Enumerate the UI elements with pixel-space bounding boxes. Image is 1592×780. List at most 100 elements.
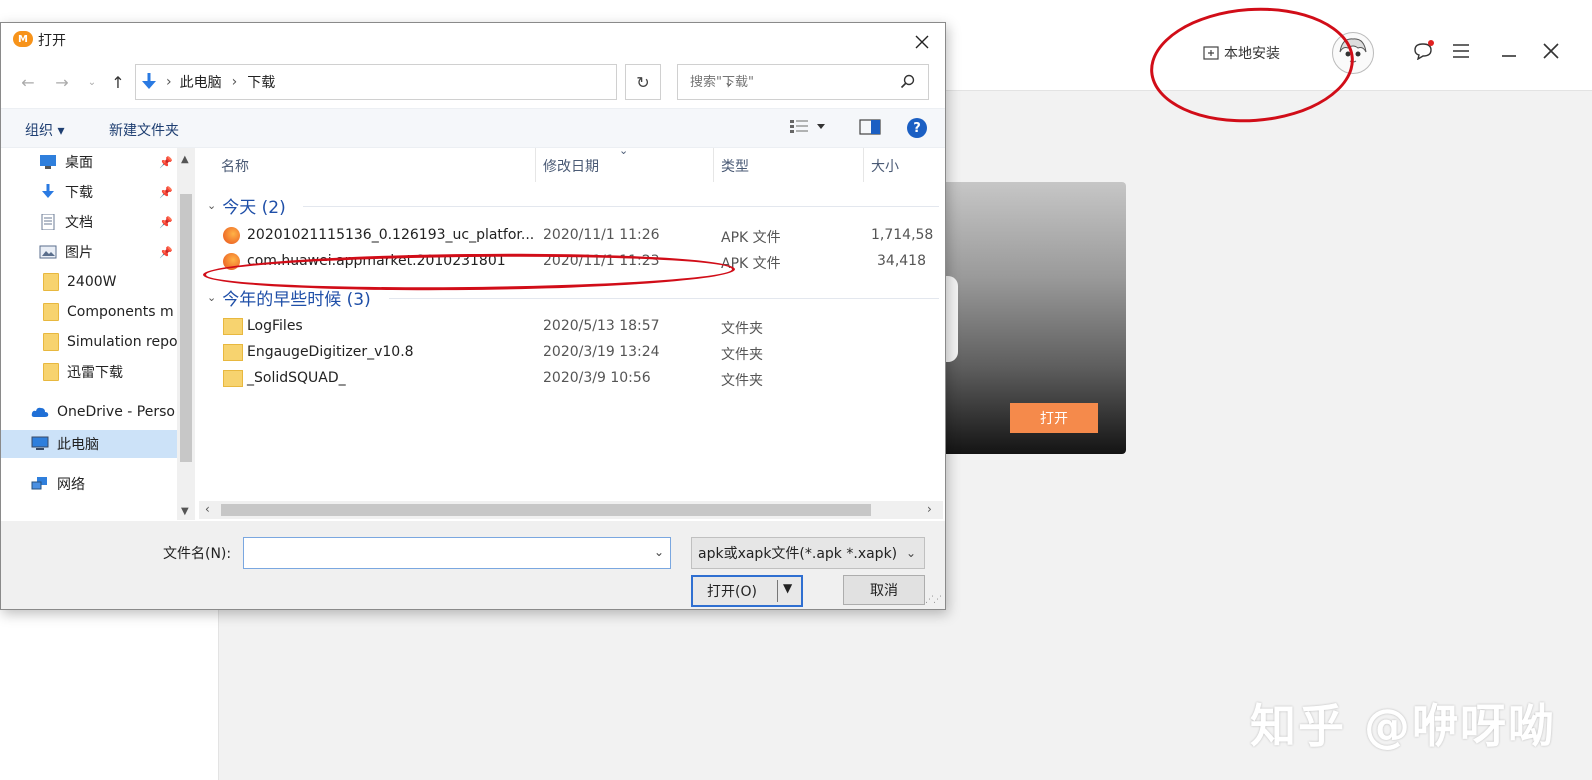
file-type: 文件夹 (721, 347, 763, 363)
back-button[interactable]: ← (17, 71, 39, 93)
preview-pane-icon (859, 119, 881, 135)
file-row[interactable]: 20201021115136_0.126193_uc_platfor... 20… (223, 223, 943, 249)
folder-icon (223, 318, 243, 335)
desktop-icon (40, 155, 56, 169)
column-divider[interactable] (863, 148, 864, 182)
column-divider[interactable] (713, 148, 714, 182)
folder-row[interactable]: EngaugeDigitizer_v10.8 2020/3/19 13:24 文… (223, 340, 943, 366)
dialog-toolbar: 组织 ▾ 新建文件夹 ? (1, 108, 945, 148)
nav-item-label: 2400W (67, 274, 117, 290)
folder-row[interactable]: _SolidSQUAD_ 2020/3/9 10:56 文件夹 (223, 366, 943, 392)
chevron-down-icon: ⌄ (207, 291, 217, 304)
column-divider[interactable] (535, 148, 536, 182)
scrollbar-thumb[interactable] (180, 194, 192, 462)
file-type-filter-value: apk或xapk文件(*.apk *.xapk) (698, 546, 898, 562)
pin-icon: 📌 (159, 186, 173, 199)
promo-open-button[interactable]: 打开 (1010, 403, 1098, 433)
folder-icon (43, 303, 59, 321)
apk-file-icon (223, 227, 240, 244)
chevron-down-icon[interactable]: ▼ (181, 506, 189, 517)
app-close-button[interactable] (1538, 38, 1564, 64)
folder-icon (223, 370, 243, 387)
folder-row[interactable]: LogFiles 2020/5/13 18:57 文件夹 (223, 314, 943, 340)
menu-button[interactable] (1448, 38, 1474, 64)
chevron-down-icon: ⌄ (87, 76, 97, 88)
group-label: 今天 (2) (222, 198, 286, 218)
nav-item-label: 迅雷下载 (67, 365, 123, 381)
app-sidebar (0, 600, 219, 780)
triangle-down-icon[interactable]: ▼ (783, 581, 792, 595)
breadcrumb-this-pc[interactable]: 此电脑 (180, 72, 222, 92)
dialog-footer: 文件名(N): ⌄ apk或xapk文件(*.apk *.xapk) ⌄ 打开(… (1, 521, 945, 609)
chevron-right-icon[interactable]: › (927, 502, 932, 516)
cancel-button[interactable]: 取消 (843, 575, 925, 605)
scrollbar-thumb[interactable] (221, 504, 871, 516)
minimize-icon (1502, 55, 1516, 57)
minimize-button[interactable] (1496, 38, 1522, 64)
help-icon[interactable]: ? (907, 118, 927, 138)
cloud-icon (31, 407, 49, 417)
file-date: 2020/3/9 10:56 (543, 370, 651, 386)
file-list-horizontal-scrollbar[interactable]: ‹ › (199, 501, 943, 519)
chevron-up-icon[interactable]: ▲ (181, 154, 189, 165)
download-icon (42, 184, 54, 198)
search-input[interactable] (688, 73, 892, 91)
group-header-today[interactable]: ⌄ 今天 (2) (207, 193, 286, 218)
promo-card: 打开 (930, 182, 1126, 454)
file-name: EngaugeDigitizer_v10.8 (247, 344, 414, 360)
document-icon (41, 214, 55, 230)
chevron-down-icon[interactable]: ⌄ (654, 545, 664, 559)
column-header-type[interactable]: 类型 (721, 156, 749, 176)
chevron-down-icon: ⌄ (905, 546, 916, 560)
nav-item-label: 文档 (65, 215, 93, 231)
forward-button[interactable]: → (51, 71, 73, 93)
file-list: 名称 修改日期 ⌄ 类型 大小 ⌄ 今天 (2) 20201021115136_… (199, 148, 945, 520)
nav-item-label: 图片 (65, 245, 93, 261)
file-name: _SolidSQUAD_ (247, 370, 346, 386)
pin-icon: 📌 (159, 216, 173, 229)
chevron-left-icon[interactable]: ‹ (205, 502, 210, 516)
preview-pane-button[interactable] (859, 119, 881, 139)
column-header-modified[interactable]: 修改日期 (543, 156, 599, 176)
organize-button[interactable]: 组织 ▾ (25, 120, 64, 140)
nav-item-onedrive[interactable]: OneDrive - Perso (31, 398, 177, 426)
column-header-name[interactable]: 名称 (221, 156, 249, 176)
hamburger-icon (1453, 44, 1469, 58)
recent-locations-button[interactable]: ⌄ (81, 71, 103, 93)
dialog-close-button[interactable] (915, 27, 929, 55)
file-date: 2020/3/19 13:24 (543, 344, 660, 360)
file-name: LogFiles (247, 318, 303, 334)
navigation-pane: 桌面 📌 下载 📌 文档 📌 图片 📌 2400W Components m S… (1, 148, 197, 520)
filename-input[interactable] (248, 538, 642, 568)
nav-item-this-pc[interactable]: 此电脑 (1, 430, 177, 458)
nav-vertical-scrollbar[interactable]: ▲ ▼ (177, 148, 195, 520)
split-divider (777, 580, 778, 602)
message-button[interactable] (1410, 38, 1436, 64)
open-file-dialog: M 打开 ← → ⌄ ↑ › 此电脑 › 下载 ⌄ ↻ 组织 ▾ 新建文件夹 ? (0, 22, 946, 610)
file-type: 文件夹 (721, 373, 763, 389)
app-logo-icon: M (13, 31, 33, 47)
group-divider (303, 206, 939, 207)
breadcrumb-downloads[interactable]: 下载 (247, 72, 275, 92)
folder-icon (43, 273, 59, 291)
file-type: APK 文件 (721, 230, 781, 246)
network-icon (31, 477, 47, 490)
search-box[interactable] (677, 64, 929, 100)
column-header-size[interactable]: 大小 (871, 156, 899, 176)
refresh-button[interactable]: ↻ (625, 64, 661, 100)
watermark: 知乎 @咿呀呦 (1250, 699, 1557, 753)
breadcrumb-separator: › (231, 74, 238, 90)
nav-item-folder[interactable]: Simulation repo (43, 328, 177, 356)
resize-grip-icon[interactable]: ⋰⋰ (925, 595, 942, 605)
view-options-button[interactable] (789, 118, 829, 138)
open-button[interactable]: 打开(O) ▼ (691, 575, 803, 607)
arrow-left-icon: ← (21, 72, 35, 92)
file-type-filter[interactable]: apk或xapk文件(*.apk *.xapk) ⌄ (691, 537, 925, 569)
address-bar[interactable]: › 此电脑 › 下载 ⌄ (135, 64, 734, 100)
nav-item-label: OneDrive - Perso (57, 404, 175, 420)
filename-combobox[interactable]: ⌄ (243, 537, 671, 569)
nav-item-label: 下载 (65, 185, 93, 201)
nav-item-folder[interactable]: Components m (43, 298, 177, 326)
new-folder-button[interactable]: 新建文件夹 (109, 120, 179, 140)
up-button[interactable]: ↑ (107, 71, 129, 93)
